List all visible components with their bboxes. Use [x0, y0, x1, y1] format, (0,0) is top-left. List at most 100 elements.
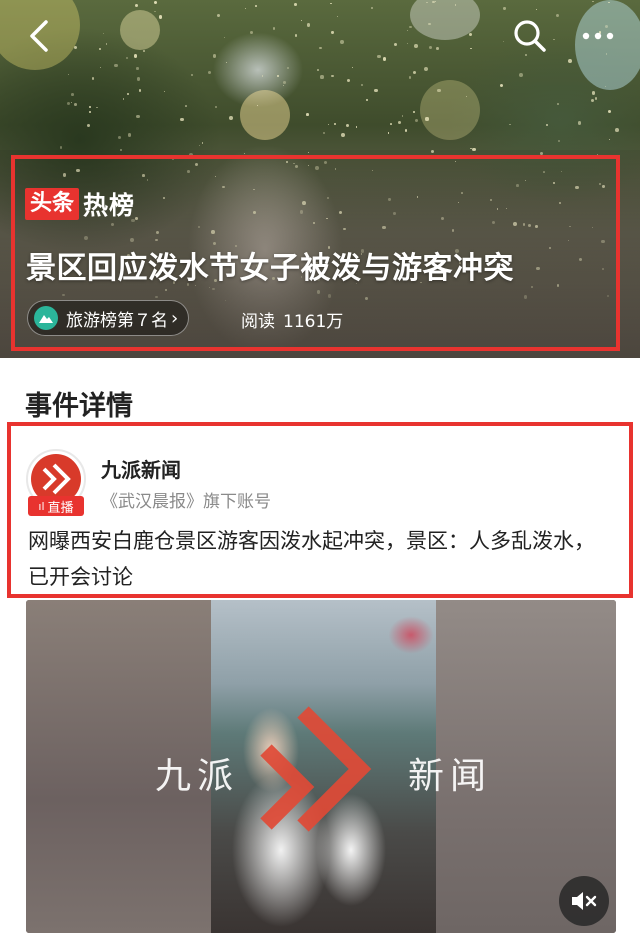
water-droplet — [346, 78, 351, 83]
water-droplet — [423, 67, 428, 71]
water-droplet — [99, 66, 102, 68]
live-signal-icon: ıl — [38, 499, 45, 513]
water-droplet — [437, 88, 441, 93]
water-droplet — [225, 61, 227, 63]
hotlist-brand[interactable]: 头条 热榜 — [25, 186, 135, 222]
water-droplet — [591, 98, 595, 102]
water-droplet — [509, 123, 511, 125]
water-droplet — [370, 7, 373, 10]
water-droplet — [60, 146, 63, 149]
water-droplet — [86, 123, 90, 127]
water-droplet — [180, 118, 184, 122]
water-droplet — [228, 115, 233, 120]
water-droplet — [158, 15, 163, 19]
water-droplet — [117, 136, 122, 140]
read-number: 1161万 — [283, 312, 344, 332]
water-droplet — [67, 73, 69, 75]
water-droplet — [401, 115, 403, 117]
water-droplet — [317, 68, 319, 71]
water-droplet — [191, 73, 194, 76]
read-count: 阅读 1161万 — [241, 307, 343, 332]
water-droplet — [557, 103, 560, 106]
hero-banner[interactable]: 头条 热榜 景区回应泼水节女子被泼与游客冲突 旅游榜第７名 › 阅读 1161万 — [0, 0, 640, 358]
water-droplet — [408, 76, 411, 79]
water-droplet — [428, 22, 431, 26]
water-droplet — [388, 132, 390, 134]
water-droplet — [469, 32, 473, 36]
more-button[interactable] — [576, 14, 620, 58]
source-subtitle: 《武汉晨报》旗下账号 — [101, 492, 271, 512]
news-summary[interactable]: 网曝西安白鹿仓景区游客因泼水起冲突，景区：人多乱泼水，已开会讨论 — [28, 523, 613, 595]
water-droplet — [535, 9, 537, 11]
water-droplet — [608, 110, 612, 114]
water-droplet — [198, 144, 201, 147]
water-droplet — [256, 105, 259, 107]
mute-button[interactable] — [559, 876, 609, 926]
water-droplet — [397, 120, 401, 124]
water-droplet — [126, 56, 129, 59]
water-droplet — [436, 47, 439, 51]
water-droplet — [609, 138, 611, 140]
water-droplet — [428, 46, 432, 50]
water-droplet — [123, 98, 125, 100]
water-droplet — [545, 124, 548, 127]
back-button[interactable] — [18, 14, 62, 58]
water-droplet — [322, 132, 325, 135]
source-name[interactable]: 九派新闻 — [101, 454, 181, 483]
water-droplet — [136, 115, 140, 119]
water-droplet — [331, 31, 334, 34]
water-droplet — [412, 71, 416, 75]
water-droplet — [340, 40, 344, 44]
water-droplet — [282, 81, 286, 85]
water-droplet — [327, 124, 329, 126]
water-droplet — [306, 113, 309, 116]
water-droplet — [91, 77, 95, 80]
water-droplet — [319, 46, 322, 50]
water-droplet — [503, 7, 506, 10]
live-label: 直播 — [47, 500, 74, 516]
headline: 景区回应泼水节女子被泼与游客冲突 — [26, 251, 514, 286]
water-droplet — [127, 93, 130, 96]
water-droplet — [568, 59, 573, 63]
water-droplet — [409, 25, 412, 29]
water-droplet — [426, 2, 428, 4]
back-arrow-icon — [30, 20, 48, 52]
search-button[interactable] — [508, 14, 552, 58]
water-droplet — [553, 38, 555, 41]
water-droplet — [224, 37, 226, 39]
water-droplet — [336, 15, 339, 18]
water-droplet — [604, 85, 606, 87]
water-droplet — [88, 105, 91, 108]
water-droplet — [70, 101, 73, 104]
water-droplet — [277, 74, 280, 77]
water-droplet — [519, 73, 524, 77]
water-droplet — [393, 43, 397, 47]
water-droplet — [383, 57, 387, 61]
water-droplet — [250, 31, 254, 35]
water-droplet — [591, 0, 594, 3]
water-droplet — [320, 75, 324, 79]
water-droplet — [99, 48, 101, 50]
rank-pill[interactable]: 旅游榜第７名 › — [27, 300, 190, 336]
water-droplet — [500, 83, 504, 87]
read-label: 阅读 — [241, 312, 275, 332]
water-droplet — [360, 83, 363, 86]
water-droplet — [286, 66, 289, 70]
water-droplet — [143, 50, 145, 53]
water-droplet — [73, 46, 77, 50]
water-droplet — [556, 14, 560, 18]
section-title: 事件详情 — [25, 391, 133, 422]
water-droplet — [105, 43, 108, 45]
water-droplet — [254, 5, 257, 8]
water-droplet — [454, 4, 456, 6]
rank-label: 旅游榜第７名 — [66, 310, 168, 331]
water-droplet — [214, 105, 217, 108]
water-droplet — [282, 85, 284, 87]
water-droplet — [114, 63, 118, 68]
live-badge[interactable]: ıl 直播 — [28, 496, 84, 516]
water-droplet — [465, 95, 467, 98]
more-dots-icon — [582, 32, 614, 40]
water-droplet — [414, 118, 419, 123]
water-droplet — [390, 123, 392, 126]
water-droplet — [88, 110, 92, 114]
